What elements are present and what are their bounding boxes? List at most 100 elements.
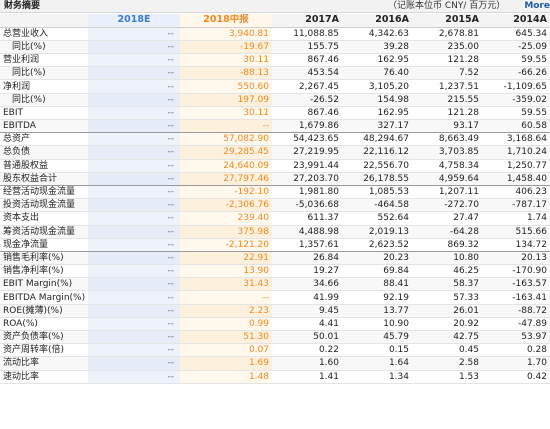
- more-link[interactable]: More: [524, 0, 550, 13]
- column-header-2014a[interactable]: 2014A: [482, 14, 550, 28]
- table-cell: 1,250.77: [482, 159, 550, 173]
- table-row: 总营业收入 -- 3,940.81 11,088.85 4,342.63 2,678.81…: [0, 27, 550, 41]
- table-row: 现金净流量 -- -2,121.20 1,357.61 2,623.52 869.32 13…: [0, 238, 550, 252]
- table-cell: 869.32: [412, 238, 482, 252]
- table-cell: 59.55: [482, 53, 550, 68]
- row-label: 资产周转率(倍): [0, 343, 88, 358]
- table-cell: 453.54: [272, 66, 342, 81]
- table-row: 资产周转率(倍) -- 0.07 0.22 0.15 0.45 0.28: [0, 343, 550, 358]
- table-cell: 13.77: [342, 304, 412, 318]
- table-cell: -5,036.68: [272, 198, 342, 213]
- table-header-row: 2018E 2018中报 2017A 2016A 2015A 2014A: [0, 14, 550, 28]
- table-cell: -2,306.76: [180, 198, 272, 213]
- table-cell: 867.46: [272, 53, 342, 68]
- table-cell: 10.90: [342, 317, 412, 332]
- table-cell: --: [88, 211, 180, 226]
- table-cell: 2,019.13: [342, 225, 412, 239]
- table-cell: 8,663.49: [412, 132, 482, 147]
- table-cell: 406.23: [482, 185, 550, 200]
- column-header-2018e[interactable]: 2018E: [88, 14, 180, 28]
- table-cell: 0.28: [482, 343, 550, 358]
- table-row: 同比(%) -- -19.67 155.75 39.28 235.00 -25.09: [0, 40, 550, 55]
- row-label: 净利润: [0, 79, 88, 94]
- row-label: 营业利润: [0, 53, 88, 68]
- table-cell: 121.28: [412, 106, 482, 121]
- table-cell: -66.26: [482, 66, 550, 81]
- table-row: 同比(%) -- 197.09 -26.52 154.98 215.55 -359.02: [0, 93, 550, 107]
- row-label: 销售净利率(%): [0, 264, 88, 279]
- table-cell: 27.47: [412, 211, 482, 226]
- table-cell: 1.64: [342, 356, 412, 371]
- table-cell: --: [88, 93, 180, 107]
- table-cell: 645.34: [482, 27, 550, 41]
- row-label: 总资产: [0, 132, 88, 147]
- column-header-2016a[interactable]: 2016A: [342, 14, 412, 28]
- table-cell: 30.11: [180, 53, 272, 68]
- table-cell: --: [88, 370, 180, 384]
- table-cell: --: [88, 251, 180, 266]
- table-cell: 45.79: [342, 330, 412, 345]
- row-label: 同比(%): [0, 93, 88, 107]
- column-header-2018-interim[interactable]: 2018中报: [180, 14, 272, 28]
- table-cell: 3,168.64: [482, 132, 550, 147]
- table-cell: 235.00: [412, 40, 482, 55]
- table-cell: 867.46: [272, 106, 342, 121]
- table-cell: 0.99: [180, 317, 272, 332]
- table-cell: 20.13: [482, 251, 550, 266]
- table-row: 速动比率 -- 1.48 1.41 1.34 1.53 0.42: [0, 370, 550, 384]
- table-cell: 1.60: [272, 356, 342, 371]
- table-cell: --: [88, 277, 180, 292]
- column-header-2015a[interactable]: 2015A: [412, 14, 482, 28]
- table-cell: 39.28: [342, 40, 412, 55]
- table-cell: --: [88, 198, 180, 213]
- table-cell: 59.55: [482, 106, 550, 121]
- row-label: EBITDA Margin(%): [0, 290, 88, 305]
- table-cell: 42.75: [412, 330, 482, 345]
- table-cell: --: [88, 264, 180, 279]
- table-cell: 27,797.46: [180, 172, 272, 186]
- table-cell: --: [88, 172, 180, 186]
- table-cell: --: [88, 290, 180, 305]
- table-row: 投资活动现金流量 -- -2,306.76 -5,036.68 -464.58 -272.…: [0, 198, 550, 213]
- table-cell: -88.13: [180, 66, 272, 81]
- table-cell: 57,082.90: [180, 132, 272, 147]
- table-cell: 1,458.40: [482, 172, 550, 186]
- table-row: 资本支出 -- 239.40 611.37 552.64 27.47 1.74: [0, 211, 550, 226]
- table-cell: -88.72: [482, 304, 550, 318]
- table-cell: 19.27: [272, 264, 342, 279]
- table-cell: --: [88, 40, 180, 55]
- table-cell: 2,623.52: [342, 238, 412, 252]
- table-cell: -170.90: [482, 264, 550, 279]
- table-cell: 3,940.81: [180, 27, 272, 41]
- column-header-2017a[interactable]: 2017A: [272, 14, 342, 28]
- table-cell: 134.72: [482, 238, 550, 252]
- row-label: EBIT Margin(%): [0, 277, 88, 292]
- table-cell: 1,357.61: [272, 238, 342, 252]
- table-row: ROA(%) -- 0.99 4.41 10.90 20.92 -47.89: [0, 317, 550, 332]
- table-cell: -163.57: [482, 277, 550, 292]
- table-row: 经营活动现金流量 -- -192.10 1,981.80 1,085.53 1,207.1…: [0, 185, 550, 200]
- row-label: 同比(%): [0, 40, 88, 55]
- table-row: 净利润 -- 550.60 2,267.45 3,105.20 1,237.51 -1,10…: [0, 79, 550, 94]
- table-cell: 611.37: [272, 211, 342, 226]
- table-cell: --: [88, 132, 180, 147]
- table-cell: --: [88, 27, 180, 41]
- table-cell: --: [88, 106, 180, 121]
- table-cell: 51.30: [180, 330, 272, 345]
- table-cell: 2,678.81: [412, 27, 482, 41]
- table-cell: 22.91: [180, 251, 272, 266]
- table-cell: --: [180, 290, 272, 305]
- table-cell: --: [88, 119, 180, 134]
- table-cell: 69.84: [342, 264, 412, 279]
- table-cell: 30.11: [180, 106, 272, 121]
- row-label: ROE(摊薄)(%): [0, 304, 88, 318]
- table-cell: 48,294.67: [342, 132, 412, 147]
- table-cell: 515.66: [482, 225, 550, 239]
- table-cell: 3,105.20: [342, 79, 412, 94]
- table-cell: -64.28: [412, 225, 482, 239]
- financial-summary-table: 2018E 2018中报 2017A 2016A 2015A 2014A 总营业…: [0, 14, 550, 384]
- table-cell: 550.60: [180, 79, 272, 94]
- financial-summary-header: 财务摘要 （记账本位币 CNY/ 百万元） More: [0, 0, 550, 13]
- table-cell: 0.22: [272, 343, 342, 358]
- table-cell: --: [88, 145, 180, 160]
